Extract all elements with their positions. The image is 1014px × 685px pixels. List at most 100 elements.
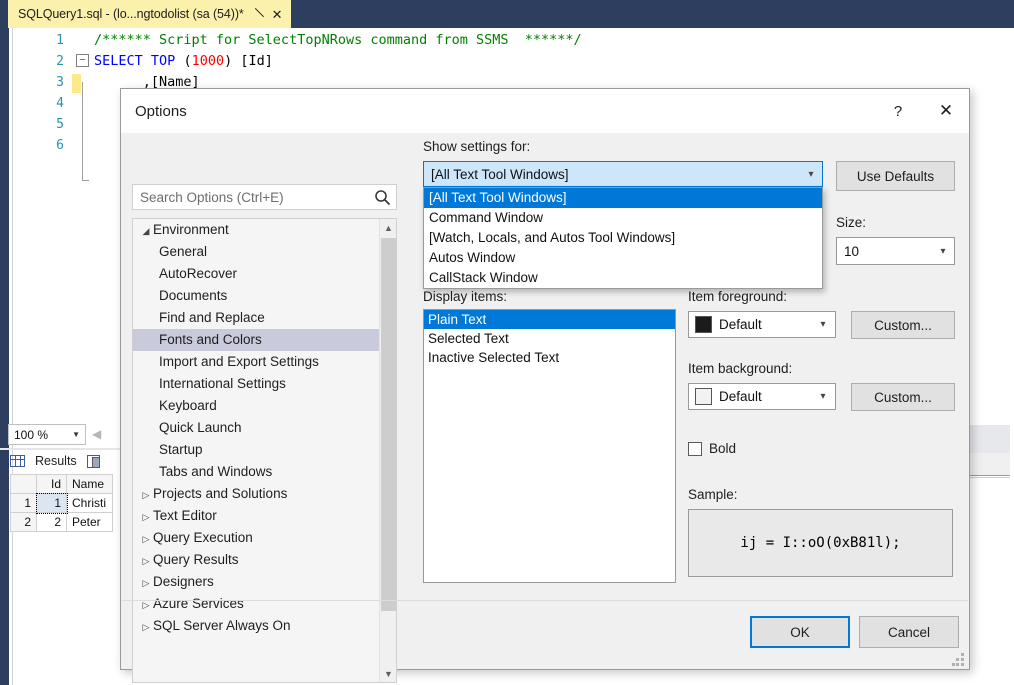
item-background-combo[interactable]: Default ▾ <box>688 383 836 410</box>
outline-guide-line <box>82 82 83 181</box>
ok-button[interactable]: OK <box>750 616 850 648</box>
options-category-tree[interactable]: ◢ Environment General AutoRecover Documents F… <box>132 218 397 683</box>
sidebar-item-documents[interactable]: Documents <box>133 285 379 307</box>
sidebar-item-query-execution[interactable]: ▷ Query Execution <box>133 527 379 549</box>
search-icon[interactable] <box>370 185 396 209</box>
item-foreground-label: Item foreground: <box>688 289 788 304</box>
left-dock-strip <box>0 28 9 685</box>
messages-icon[interactable] <box>86 454 100 468</box>
twisty-icon[interactable]: ▷ <box>139 528 153 550</box>
cancel-button[interactable]: Cancel <box>859 616 959 648</box>
table-row[interactable]: 2 2 Peter <box>10 512 113 532</box>
table-row[interactable]: 1 1 Christi <box>10 492 113 514</box>
outline-collapse-icon[interactable]: − <box>76 54 89 67</box>
list-item[interactable]: Plain Text <box>424 310 675 329</box>
sidebar-item-label: Keyboard <box>159 398 217 413</box>
sidebar-item-startup[interactable]: Startup <box>133 439 379 461</box>
table-cell[interactable]: 2 <box>10 512 37 532</box>
twisty-icon[interactable]: ▷ <box>139 484 153 506</box>
table-cell[interactable]: 1 <box>10 493 37 513</box>
twisty-icon[interactable]: ▷ <box>139 572 153 594</box>
close-icon[interactable]: ✕ <box>923 89 969 133</box>
chevron-down-icon: ▾ <box>820 319 826 330</box>
display-items-label: Display items: <box>423 289 508 304</box>
sidebar-item-sql-server-always-on[interactable]: ▷ SQL Server Always On <box>133 615 379 637</box>
scroll-left-icon[interactable]: ◀ <box>92 427 101 441</box>
resize-grip[interactable] <box>952 653 965 666</box>
table-cell[interactable]: Peter <box>66 512 113 532</box>
zoom-level-combo[interactable]: 100 % ▼ <box>8 424 86 445</box>
sidebar-item-tabs-and-windows[interactable]: Tabs and Windows <box>133 461 379 483</box>
document-tab-sqlquery1[interactable]: SQLQuery1.sql - (lo...ngtodolist (sa (54… <box>8 0 291 28</box>
chevron-down-icon: ▼ <box>72 430 80 439</box>
help-button[interactable]: ? <box>875 89 921 133</box>
show-settings-combo[interactable]: [All Text Tool Windows] ▾ <box>423 161 823 187</box>
sidebar-item-projects-and-solutions[interactable]: ▷ Projects and Solutions <box>133 483 379 505</box>
dropdown-option[interactable]: Autos Window <box>424 248 822 268</box>
tree-scrollbar[interactable]: ▲ ▼ <box>379 219 396 682</box>
code-line: 1 /****** Script for SelectTopNRows comma… <box>30 30 1014 51</box>
table-cell[interactable]: 1 <box>35 492 68 514</box>
size-label: Size: <box>836 215 867 230</box>
dropdown-option[interactable]: [Watch, Locals, and Autos Tool Windows] <box>424 228 822 248</box>
sidebar-item-query-results[interactable]: ▷ Query Results <box>133 549 379 571</box>
twisty-icon[interactable]: ◢ <box>139 220 153 242</box>
display-items-list[interactable]: Plain Text Selected Text Inactive Selected… <box>423 309 676 583</box>
dropdown-option[interactable]: Command Window <box>424 208 822 228</box>
close-icon[interactable]: ✕ <box>272 8 283 21</box>
table-cell[interactable]: 2 <box>36 512 67 532</box>
list-item[interactable]: Inactive Selected Text <box>424 348 675 367</box>
tree-scroll-thumb[interactable] <box>381 238 396 611</box>
table-cell[interactable]: Christi <box>66 493 113 513</box>
dropdown-option[interactable]: CallStack Window <box>424 268 822 288</box>
search-options-box[interactable] <box>132 184 397 210</box>
sidebar-item-fonts-and-colors[interactable]: Fonts and Colors <box>133 329 379 351</box>
results-col-id[interactable]: Id <box>36 474 67 494</box>
sidebar-item-general[interactable]: General <box>133 241 379 263</box>
dropdown-option[interactable]: [All Text Tool Windows] <box>424 188 822 208</box>
sidebar-item-label: International Settings <box>159 376 286 391</box>
scroll-up-icon[interactable]: ▲ <box>380 219 396 236</box>
sidebar-item-keyboard[interactable]: Keyboard <box>133 395 379 417</box>
list-item[interactable]: Selected Text <box>424 329 675 348</box>
custom-background-button[interactable]: Custom... <box>851 383 955 411</box>
sidebar-item-label: Query Results <box>153 552 239 567</box>
bold-checkbox[interactable] <box>688 441 702 456</box>
sidebar-item-text-editor[interactable]: ▷ Text Editor <box>133 505 379 527</box>
sidebar-item-autorecover[interactable]: AutoRecover <box>133 263 379 285</box>
results-tab-strip: Results <box>10 450 100 472</box>
search-input[interactable] <box>133 185 370 209</box>
twisty-icon[interactable]: ▷ <box>139 594 153 616</box>
left-rail-separator <box>12 28 13 685</box>
sidebar-item-label: Quick Launch <box>159 420 242 435</box>
sidebar-item-azure-services[interactable]: ▷ Azure Services <box>133 593 379 615</box>
size-combo[interactable]: 10 ▾ <box>836 237 955 265</box>
sidebar-item-import-and-export-settings[interactable]: Import and Export Settings <box>133 351 379 373</box>
pin-icon[interactable]: ⎻ <box>248 5 266 23</box>
use-defaults-button[interactable]: Use Defaults <box>836 161 955 191</box>
sidebar-item-environment[interactable]: ◢ Environment <box>133 219 379 241</box>
current-line-marker <box>72 74 81 93</box>
chevron-down-icon: ▾ <box>808 168 814 180</box>
results-tab-label[interactable]: Results <box>35 454 77 468</box>
sidebar-item-designers[interactable]: ▷ Designers <box>133 571 379 593</box>
bold-checkbox-row[interactable]: Bold <box>688 441 736 456</box>
results-col-name[interactable]: Name <box>66 474 113 494</box>
right-edge-fill <box>1010 30 1014 685</box>
twisty-icon[interactable]: ▷ <box>139 616 153 638</box>
sidebar-item-label: Text Editor <box>153 508 217 523</box>
item-foreground-combo[interactable]: Default ▾ <box>688 311 836 338</box>
sidebar-item-label: Find and Replace <box>159 310 265 325</box>
sidebar-item-international-settings[interactable]: International Settings <box>133 373 379 395</box>
show-settings-dropdown[interactable]: [All Text Tool Windows] Command Window [Wa… <box>423 187 823 289</box>
twisty-icon[interactable]: ▷ <box>139 550 153 572</box>
sidebar-item-quick-launch[interactable]: Quick Launch <box>133 417 379 439</box>
results-grid[interactable]: Id Name 1 1 Christi 2 2 Peter <box>10 474 113 532</box>
sidebar-item-label: Startup <box>159 442 203 457</box>
twisty-icon[interactable]: ▷ <box>139 506 153 528</box>
sidebar-item-label: Query Execution <box>153 530 253 545</box>
custom-foreground-button[interactable]: Custom... <box>851 311 955 339</box>
document-tab-label: SQLQuery1.sql - (lo...ngtodolist (sa (54… <box>18 7 244 21</box>
sidebar-item-find-and-replace[interactable]: Find and Replace <box>133 307 379 329</box>
scroll-down-icon[interactable]: ▼ <box>380 665 396 682</box>
